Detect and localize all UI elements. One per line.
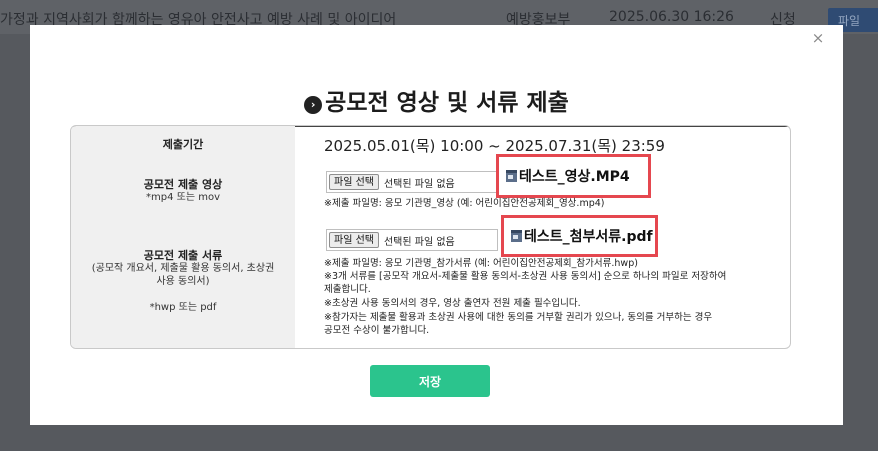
label-column: 제출기간 공모전 제출 영상 *mp4 또는 mov 공모전 제출 서류 (공모… <box>71 126 295 348</box>
docs-format-hint: *hwp 또는 pdf <box>149 302 217 313</box>
chevron-right-circle-icon: › <box>304 96 323 114</box>
close-icon[interactable]: × <box>811 30 825 46</box>
docs-sample-file[interactable]: 테스트_첨부서류.pdf <box>501 215 658 257</box>
docs-note-line: ※초상권 사용 동의서의 경우, 영상 출연자 전원 제출 필수입니다. <box>324 298 581 309</box>
docs-file-input[interactable]: 파일 선택 선택된 파일 없음 <box>326 229 498 251</box>
docs-file-select-button[interactable]: 파일 선택 <box>329 232 379 248</box>
video-label: 공모전 제출 영상 <box>143 178 223 191</box>
docs-sample-name: 테스트_첨부서류.pdf <box>524 229 653 245</box>
docs-label: 공모전 제출 서류 <box>143 249 223 262</box>
docs-file-row: 파일 선택 선택된 파일 없음 <box>326 229 498 251</box>
submission-form: 제출기간 공모전 제출 영상 *mp4 또는 mov 공모전 제출 서류 (공모… <box>70 125 791 349</box>
submission-modal: × › 공모전 영상 및 서류 제출 제출기간 공모전 제출 영상 *mp4 또는… <box>30 25 843 425</box>
video-format-hint: *mp4 또는 mov <box>146 192 220 203</box>
docs-label-group: 공모전 제출 서류 (공모작 개요서, 제출물 활용 동의서, 초상권 사용 동… <box>71 249 295 314</box>
docs-desc-line2: 사용 동의서) <box>156 276 210 287</box>
background-date: 2025.06.30 16:26 <box>609 9 734 25</box>
video-sample-name: 테스트_영상.MP4 <box>519 169 630 185</box>
save-button[interactable]: 저장 <box>370 365 490 397</box>
floppy-file-icon <box>506 170 517 182</box>
docs-note-line: ※참가자는 제출물 활용과 초상권 사용에 대한 동의를 거부할 권리가 있으나… <box>324 312 713 323</box>
video-file-status: 선택된 파일 없음 <box>383 178 455 190</box>
period-label: 제출기간 <box>162 138 204 151</box>
docs-note-line: 제출합니다. <box>324 284 371 295</box>
modal-title-text: 공모전 영상 및 서류 제출 <box>325 90 569 116</box>
video-file-row: 파일 선택 선택된 파일 없음 <box>326 171 498 193</box>
docs-desc-line1: (공모작 개요서, 제출물 활용 동의서, 초상권 <box>91 263 275 274</box>
modal-title: › 공모전 영상 및 서류 제출 <box>30 83 843 117</box>
floppy-file-icon <box>511 230 522 242</box>
docs-note-line: ※3개 서류를 [공모작 개요서-제출물 활용 동의서-초상권 사용 동의서] … <box>324 271 727 282</box>
video-label-group: 공모전 제출 영상 *mp4 또는 mov <box>71 178 295 204</box>
docs-note-line: ※제출 파일명: 응모 기관명_참가서류 (예: 어린이집안전공제회_참가서류.… <box>324 258 638 269</box>
docs-note-line: 공모전 수상이 불가합니다. <box>324 325 430 336</box>
docs-file-status: 선택된 파일 없음 <box>383 236 455 248</box>
video-file-input[interactable]: 파일 선택 선택된 파일 없음 <box>326 171 498 193</box>
video-filename-note: ※제출 파일명: 응모 기관명_영상 (예: 어린이집안전공제회_영상.mp4) <box>324 198 605 209</box>
video-sample-file[interactable]: 테스트_영상.MP4 <box>496 154 651 198</box>
video-file-select-button[interactable]: 파일 선택 <box>329 174 379 190</box>
period-value: 2025.05.01(목) 10:00 ~ 2025.07.31(목) 23:5… <box>324 137 665 155</box>
